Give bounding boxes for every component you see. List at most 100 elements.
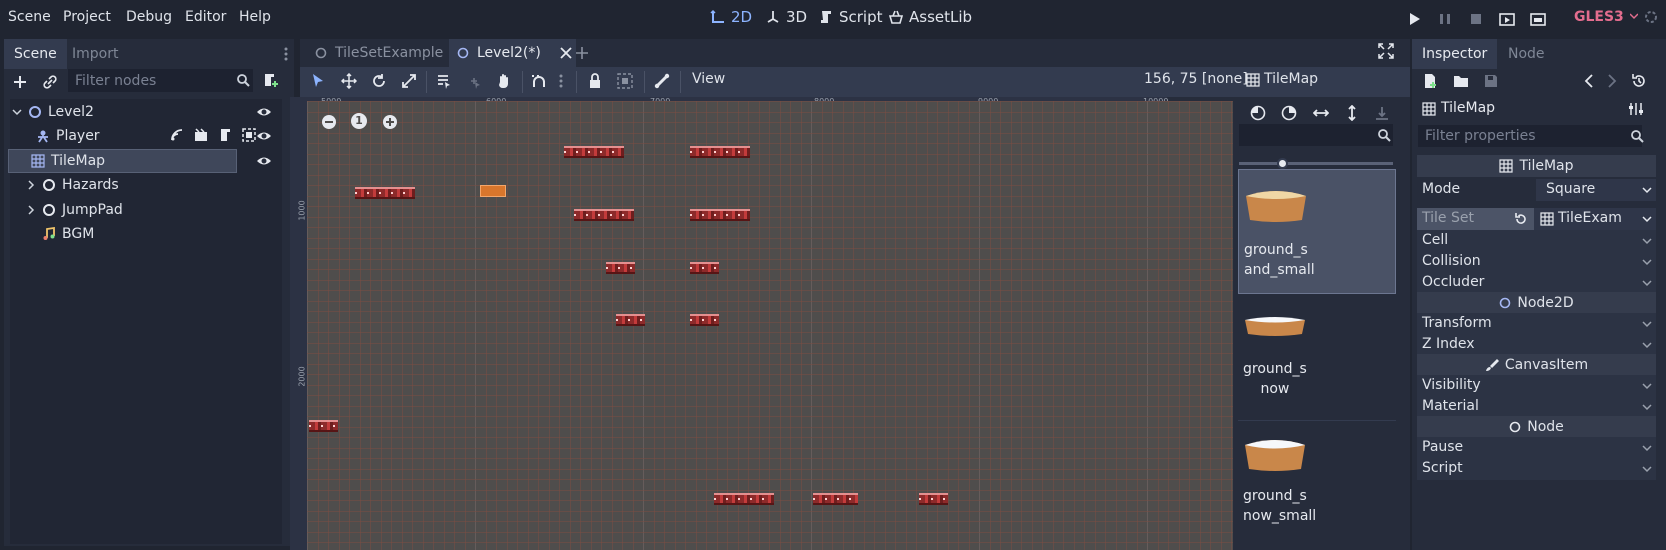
group-occluder[interactable]: Occluder (1417, 272, 1656, 294)
close-icon[interactable] (560, 47, 572, 59)
flip-vertical-icon[interactable] (1344, 105, 1360, 121)
group-material[interactable]: Material (1417, 396, 1656, 418)
rotate-left-icon[interactable] (1250, 105, 1266, 121)
zoom-reset-button[interactable]: 1 (344, 111, 374, 131)
group-cell[interactable]: Cell (1417, 230, 1656, 252)
filter-nodes-input[interactable] (68, 69, 253, 92)
bone-icon[interactable] (654, 73, 670, 89)
zoom-slider-track[interactable] (1239, 162, 1393, 165)
palette-tile-ground-snow-small[interactable]: ground_s now_small (1238, 423, 1396, 548)
dock-menu-icon[interactable] (284, 46, 288, 62)
chevron-right-icon[interactable] (26, 180, 36, 190)
stop-icon[interactable] (1467, 10, 1485, 28)
distraction-free-icon[interactable] (1378, 43, 1394, 59)
group-icon[interactable] (242, 128, 256, 142)
history-back-icon[interactable] (1582, 73, 1596, 89)
revert-icon[interactable] (1514, 212, 1528, 226)
tree-item-jumppad[interactable]: JumpPad (8, 198, 266, 222)
workspace-script-button[interactable]: Script (818, 8, 883, 26)
group-z-index[interactable]: Z Index (1417, 334, 1656, 356)
palette-tile-ground-snow[interactable]: ground_s now (1238, 296, 1396, 421)
signals-icon[interactable] (170, 128, 184, 142)
pause-icon[interactable] (1436, 10, 1454, 28)
renderer-selector[interactable]: GLES3 (1574, 9, 1624, 25)
zoom-out-icon[interactable] (321, 114, 337, 130)
tree-item-player[interactable]: Player (8, 124, 271, 148)
pivot-tool-icon[interactable] (466, 73, 482, 89)
scale-tool-icon[interactable] (401, 73, 417, 89)
menu-debug[interactable]: Debug (126, 9, 172, 25)
history-forward-icon[interactable] (1605, 73, 1619, 89)
select-tool-icon[interactable] (310, 73, 326, 89)
tree-item-tilemap[interactable]: TileMap (8, 149, 237, 173)
clear-transform-icon[interactable] (1374, 105, 1390, 121)
scene-tab-level2[interactable]: Level2(*) (449, 39, 576, 67)
workspace-2d-button[interactable]: 2D (710, 8, 752, 26)
new-resource-icon[interactable] (1422, 73, 1438, 89)
2d-viewport-canvas[interactable]: 1 (307, 101, 1233, 550)
tree-item-bgm[interactable]: BGM (8, 222, 266, 246)
play-scene-icon[interactable] (1498, 10, 1516, 28)
menu-project[interactable]: Project (63, 9, 111, 25)
tab-scene[interactable]: Scene (4, 39, 67, 69)
group-collision[interactable]: Collision (1417, 251, 1656, 273)
scene-tab-tilesetexample[interactable]: TileSetExample (307, 39, 449, 67)
snap-options-menu-icon[interactable] (559, 73, 563, 89)
scene-tab-label: TileSetExample (335, 45, 444, 61)
menu-help[interactable]: Help (239, 9, 271, 25)
mode-dropdown[interactable]: Square (1536, 179, 1656, 201)
workspace-assetlib-button[interactable]: AssetLib (888, 8, 972, 26)
palette-tile-ground-sand-small[interactable]: ground_s and_small (1238, 169, 1396, 294)
play-icon[interactable] (1405, 10, 1423, 28)
visibility-eye-icon[interactable] (256, 104, 272, 120)
tab-node[interactable]: Node (1498, 39, 1555, 69)
rotate-right-icon[interactable] (1281, 105, 1297, 121)
menu-scene[interactable]: Scene (8, 9, 51, 25)
tab-import[interactable]: Import (62, 39, 128, 69)
search-icon (237, 74, 250, 87)
workspace-3d-button[interactable]: 3D (765, 8, 807, 26)
snap-icon[interactable] (531, 73, 547, 89)
history-icon[interactable] (1631, 73, 1647, 89)
group-visibility[interactable]: Visibility (1417, 375, 1656, 397)
hazard-tile-cluster (714, 493, 774, 505)
view-menu[interactable]: View (692, 71, 725, 87)
tile-set-resource-picker[interactable]: TileExam (1536, 208, 1656, 230)
tree-item-level2[interactable]: Level2 (8, 100, 271, 124)
link-icon[interactable] (41, 73, 59, 91)
pan-tool-icon[interactable] (496, 73, 512, 89)
group-selected-icon[interactable] (617, 73, 633, 89)
tree-item-hazards[interactable]: Hazards (8, 173, 266, 197)
zoom-slider-handle[interactable] (1277, 158, 1288, 169)
save-icon[interactable] (1483, 73, 1499, 89)
move-tool-icon[interactable] (341, 73, 357, 89)
hazard-tile-cluster (564, 146, 624, 158)
filter-properties-input[interactable] (1418, 125, 1642, 147)
palette-filter-input[interactable] (1239, 124, 1393, 146)
chevron-right-icon[interactable] (26, 205, 36, 215)
add-tab-icon[interactable] (574, 45, 590, 61)
rotate-tool-icon[interactable] (371, 73, 387, 89)
chevron-down-icon[interactable] (12, 107, 22, 117)
visibility-eye-icon[interactable] (256, 153, 272, 169)
group-script[interactable]: Script (1417, 458, 1656, 480)
lock-icon[interactable] (587, 73, 603, 89)
play-custom-scene-icon[interactable] (1529, 10, 1547, 28)
visibility-eye-icon[interactable] (256, 128, 272, 144)
flip-horizontal-icon[interactable] (1313, 105, 1329, 121)
group-pause[interactable]: Pause (1417, 437, 1656, 459)
add-node-icon[interactable] (11, 73, 29, 91)
scene-dock: Scene Import Level2 Player TileMap Hazar… (4, 39, 294, 546)
script-icon[interactable] (218, 128, 232, 142)
object-properties-icon[interactable] (1628, 101, 1644, 117)
open-folder-icon[interactable] (1453, 73, 1469, 89)
menu-editor[interactable]: Editor (185, 9, 226, 25)
list-select-icon[interactable] (436, 73, 452, 89)
instance-scene-icon[interactable] (194, 128, 208, 142)
attach-script-icon[interactable] (262, 71, 280, 89)
property-mode-label: Mode (1422, 181, 1461, 197)
tab-inspector[interactable]: Inspector (1412, 39, 1498, 69)
group-transform[interactable]: Transform (1417, 313, 1656, 335)
zoom-in-icon[interactable] (382, 114, 398, 130)
tilemap-node-label: TileMap (1264, 71, 1319, 87)
